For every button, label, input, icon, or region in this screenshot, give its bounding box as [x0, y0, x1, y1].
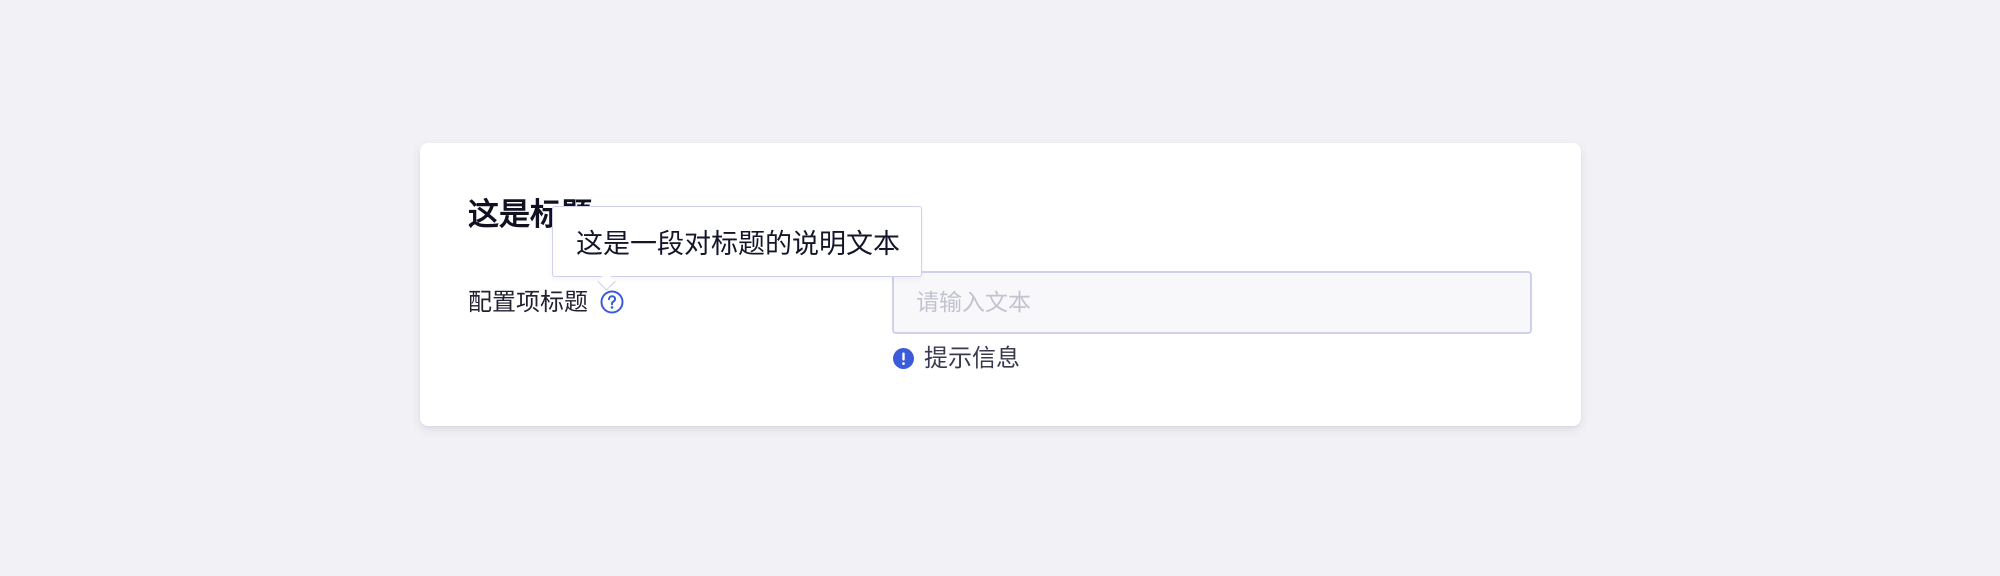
text-input-wrapper[interactable]	[892, 271, 1532, 334]
question-circle-icon[interactable]	[600, 290, 624, 314]
hint-text: 提示信息	[924, 344, 1020, 372]
text-input[interactable]	[894, 273, 1530, 332]
exclamation-circle-icon	[893, 347, 914, 369]
settings-card: 这是标题 配置项标题 提示信息	[420, 143, 1581, 426]
field-label: 配置项标题	[468, 288, 588, 316]
field-label-row: 配置项标题	[468, 285, 624, 319]
hint-message: 提示信息	[893, 341, 1020, 375]
help-tooltip: 这是一段对标题的说明文本	[552, 206, 922, 277]
